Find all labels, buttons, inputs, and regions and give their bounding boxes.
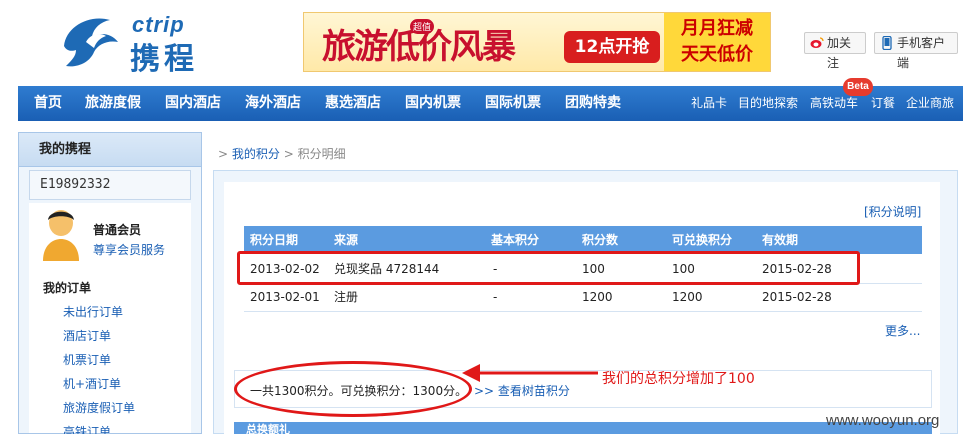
weibo-follow-label: 加关注 bbox=[827, 36, 852, 70]
nav-item-corporate[interactable]: 企业商旅 bbox=[906, 86, 954, 121]
sapling-points-link[interactable]: >> 查看树苗积分 bbox=[474, 382, 570, 399]
banner-right-block: 月月狂减 天天低价 bbox=[664, 13, 770, 71]
avatar bbox=[43, 210, 79, 261]
col-points: 积分数 bbox=[582, 233, 619, 247]
main-nav: 首页 旅游度假 国内酒店 海外酒店 惠选酒店 国内机票 国际机票 团购特卖 礼品… bbox=[18, 86, 963, 121]
breadcrumb-my-points[interactable]: 我的积分 bbox=[232, 147, 280, 161]
banner-right-line1: 月月狂减 bbox=[681, 18, 753, 39]
cell-date: 2013-02-01 bbox=[250, 290, 320, 304]
order-link-upcoming[interactable]: 未出行订单 bbox=[63, 303, 123, 320]
col-date: 积分日期 bbox=[250, 233, 299, 247]
nav-item-overseas-hotel[interactable]: 海外酒店 bbox=[245, 86, 301, 121]
order-link-flight[interactable]: 机票订单 bbox=[63, 351, 111, 368]
mobile-phone-icon bbox=[882, 36, 892, 50]
my-orders-title: 我的订单 bbox=[43, 281, 92, 295]
mobile-app-button[interactable]: 手机客户端 bbox=[874, 32, 958, 70]
cell-redeemable: 1200 bbox=[672, 290, 703, 304]
nav-item-gift-card[interactable]: 礼品卡 bbox=[691, 86, 727, 121]
dolphin-logo-icon bbox=[64, 18, 118, 67]
watermark: www.wooyun.org bbox=[826, 412, 940, 429]
nav-item-dining[interactable]: 订餐 bbox=[871, 86, 895, 121]
breadcrumb-current: 积分明细 bbox=[297, 147, 346, 161]
breadcrumb: > 我的积分 > 积分明细 bbox=[218, 145, 346, 162]
mobile-app-label: 手机客户端 bbox=[897, 36, 946, 70]
section-header-label: 总换额礼 bbox=[246, 423, 290, 434]
banner-tag: 超值 bbox=[410, 19, 435, 34]
promo-banner[interactable]: 旅游低价风暴 超值 12点开抢 月月狂减 天天低价 bbox=[303, 12, 771, 72]
cell-expiry: 2015-02-28 bbox=[762, 290, 832, 304]
weibo-follow-button[interactable]: 加关注 bbox=[804, 32, 866, 70]
banner-right-line2: 天天低价 bbox=[681, 44, 753, 65]
cell-points: 1200 bbox=[582, 290, 613, 304]
cell-base-points: - bbox=[493, 290, 498, 304]
nav-item-intl-flight[interactable]: 国际机票 bbox=[485, 86, 541, 121]
logo-text-cn: 携程 bbox=[130, 42, 198, 77]
order-link-hotel[interactable]: 酒店订单 bbox=[63, 327, 111, 344]
highlight-ellipse bbox=[234, 361, 472, 417]
breadcrumb-sep: > bbox=[218, 147, 229, 161]
points-help-link[interactable]: [积分说明] bbox=[864, 203, 921, 220]
sidebar: 我的携程 E19892332 普通会员 尊享会员服务 我的订单 未出行订单 酒店… bbox=[18, 132, 202, 434]
weibo-icon bbox=[810, 37, 824, 48]
banner-flash-sale: 12点开抢 bbox=[564, 31, 660, 63]
col-base-points: 基本积分 bbox=[491, 233, 540, 247]
nav-item-vacation[interactable]: 旅游度假 bbox=[85, 86, 141, 121]
premium-member-link[interactable]: 尊享会员服务 bbox=[93, 241, 165, 258]
nav-item-home[interactable]: 首页 bbox=[34, 86, 62, 121]
order-link-vacation[interactable]: 旅游度假订单 bbox=[63, 399, 135, 416]
ctrip-logo[interactable]: ctrip 携程 bbox=[52, 8, 232, 78]
col-source: 来源 bbox=[334, 233, 359, 247]
more-link[interactable]: 更多... bbox=[885, 322, 920, 339]
order-link-rail[interactable]: 高铁订单 bbox=[63, 423, 111, 434]
cell-source: 注册 bbox=[334, 290, 359, 304]
member-level: 普通会员 bbox=[93, 223, 142, 237]
beta-badge: Beta bbox=[843, 78, 873, 96]
site-header: ctrip 携程 旅游低价风暴 超值 12点开抢 月月狂减 天天低价 加关注 手… bbox=[0, 0, 963, 84]
annotation-note: 我们的总积分增加了100 bbox=[602, 371, 755, 387]
table-row: 2013-02-01 注册 - 1200 1200 2015-02-28 bbox=[244, 282, 922, 312]
nav-item-discount-hotel[interactable]: 惠选酒店 bbox=[325, 86, 381, 121]
nav-item-destinations[interactable]: 目的地探索 bbox=[738, 86, 798, 121]
nav-item-group-buy[interactable]: 团购特卖 bbox=[565, 86, 621, 121]
user-id: E19892332 bbox=[29, 170, 191, 200]
order-link-flight-hotel[interactable]: 机+酒订单 bbox=[63, 375, 121, 392]
nav-item-domestic-hotel[interactable]: 国内酒店 bbox=[165, 86, 221, 121]
col-expiry: 有效期 bbox=[762, 233, 799, 247]
col-redeemable: 可兑换积分 bbox=[672, 233, 733, 247]
nav-item-domestic-flight[interactable]: 国内机票 bbox=[405, 86, 461, 121]
arrow-left-icon bbox=[462, 364, 598, 382]
breadcrumb-sep: > bbox=[283, 147, 294, 161]
points-table-header: 积分日期 来源 基本积分 积分数 可兑换积分 有效期 bbox=[244, 226, 922, 254]
sidebar-title[interactable]: 我的携程 bbox=[19, 133, 201, 167]
highlight-box bbox=[237, 251, 860, 285]
